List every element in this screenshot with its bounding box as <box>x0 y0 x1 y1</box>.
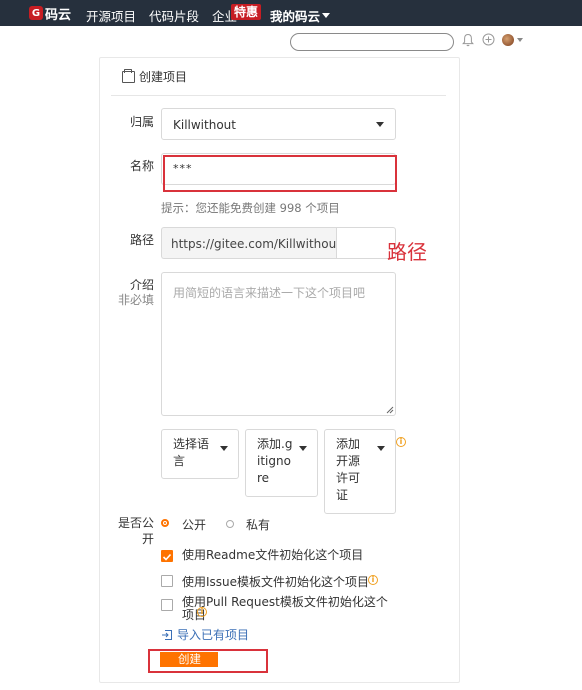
owner-select[interactable]: Killwithout <box>161 108 396 140</box>
description-placeholder: 用简短的语言来描述一下这个项目吧 <box>173 286 366 300</box>
language-select[interactable]: 选择语言 <box>161 429 239 479</box>
owner-select-value: Killwithout <box>173 118 236 132</box>
resize-handle-icon[interactable] <box>385 405 394 414</box>
private-radio[interactable] <box>226 520 234 528</box>
folder-icon <box>122 68 135 83</box>
public-label[interactable]: 公开 <box>182 516 206 533</box>
gitignore-select-label: 添加.gitignore <box>257 437 293 485</box>
nav-open-source[interactable]: 开源项目 <box>86 6 136 25</box>
chevron-down-icon <box>376 122 384 127</box>
license-select-label: 添加开源许可证 <box>336 437 361 502</box>
chevron-down-icon[interactable] <box>517 38 523 42</box>
highlight-box-create <box>148 649 268 673</box>
path-label: 路径 <box>129 233 154 247</box>
nav-code-snippets[interactable]: 代码片段 <box>149 6 199 25</box>
license-select[interactable]: 添加开源许可证 <box>324 429 396 514</box>
import-project-label: 导入已有项目 <box>177 628 250 642</box>
highlight-box-name <box>163 155 397 192</box>
chevron-down-icon <box>220 446 228 451</box>
radio-dot <box>164 522 166 524</box>
logo-mark: G <box>29 6 43 20</box>
chevron-down-icon <box>377 446 385 451</box>
readme-checkbox[interactable] <box>161 550 173 562</box>
name-label: 名称 <box>129 159 154 173</box>
check-icon <box>162 553 172 561</box>
description-textarea[interactable]: 用简短的语言来描述一下这个项目吧 <box>161 272 396 416</box>
search-input[interactable] <box>290 33 454 51</box>
nav-my-gitee-label: 我的码云 <box>270 9 321 24</box>
gitignore-select[interactable]: 添加.gitignore <box>245 429 318 497</box>
import-project-link[interactable]: 导入已有项目 <box>161 626 249 643</box>
desc-optional-label: 非必填 <box>117 293 154 307</box>
info-icon[interactable]: i <box>396 437 406 447</box>
language-select-label: 选择语言 <box>173 437 210 468</box>
info-icon[interactable]: i <box>197 607 207 617</box>
logo-text: 码云 <box>45 7 72 23</box>
bell-icon[interactable] <box>462 33 474 47</box>
readme-label[interactable]: 使用Readme文件初始化这个项目 <box>182 546 363 563</box>
path-annotation: 路径 <box>387 240 427 264</box>
private-label[interactable]: 私有 <box>246 516 270 533</box>
issue-template-checkbox[interactable] <box>161 575 173 587</box>
info-icon[interactable]: i <box>368 575 378 585</box>
visibility-label: 是否公开 <box>117 516 154 546</box>
path-prefix: https://gitee.com/Killwithout/ <box>161 227 345 259</box>
gitee-logo[interactable]: G 码云 <box>29 5 72 23</box>
issue-template-label[interactable]: 使用Issue模板文件初始化这个项目 <box>182 573 369 590</box>
plus-icon[interactable] <box>482 33 495 46</box>
panel-title: 创建项目 <box>122 68 187 85</box>
pr-template-label[interactable]: 使用Pull Request模板文件初始化这个项目 <box>182 596 396 622</box>
avatar[interactable] <box>502 34 514 46</box>
name-hint: 提示：您还能免费创建 998 个项目 <box>161 201 340 215</box>
nav-my-gitee[interactable]: 我的码云 <box>270 6 331 25</box>
promo-badge[interactable]: 特惠 <box>231 4 262 20</box>
public-radio[interactable] <box>161 519 169 527</box>
import-icon <box>162 629 172 640</box>
chevron-down-icon <box>299 446 307 451</box>
divider <box>111 95 446 96</box>
chevron-down-icon <box>322 13 331 18</box>
owner-label: 归属 <box>129 115 154 129</box>
panel-title-text: 创建项目 <box>139 70 188 84</box>
pr-template-checkbox[interactable] <box>161 599 173 611</box>
desc-label: 介绍 <box>129 278 154 292</box>
